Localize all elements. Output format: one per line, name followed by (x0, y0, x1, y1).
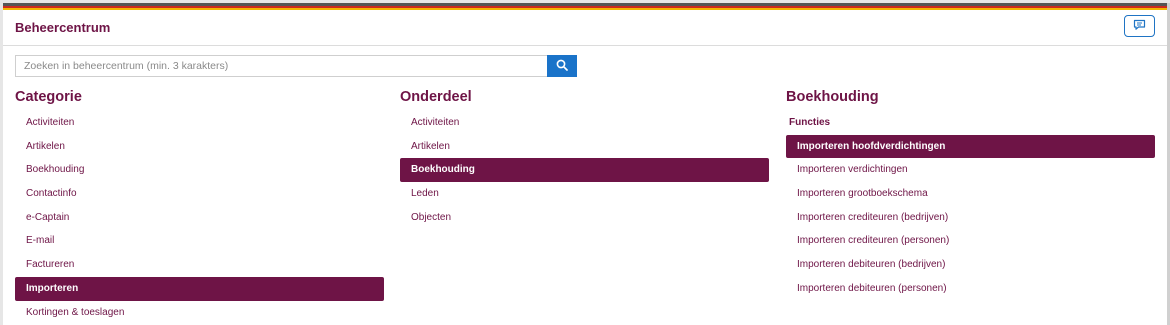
list-item[interactable]: Importeren verdichtingen (786, 158, 1155, 182)
list-item[interactable]: e-Captain (15, 206, 384, 230)
comment-icon (1133, 19, 1146, 34)
search-button[interactable] (547, 55, 577, 77)
admin-panel: Beheercentrum Categorie Activiteit (3, 3, 1167, 325)
flag-bar (3, 3, 1167, 10)
page-header: Beheercentrum (3, 10, 1167, 46)
list-item[interactable]: Artikelen (15, 135, 384, 159)
list-item[interactable]: Factureren (15, 253, 384, 277)
search-bar (15, 55, 577, 77)
list-item[interactable]: Importeren debiteuren (bedrijven) (786, 253, 1155, 277)
list-item-selected[interactable]: Boekhouding (400, 158, 769, 183)
boekhouding-column: Boekhouding Functies Importeren hoofdver… (786, 87, 1155, 301)
column-title: Categorie (15, 89, 82, 105)
list-item-selected[interactable]: Importeren (15, 276, 384, 301)
list-item-selected[interactable]: Importeren hoofdverdichtingen (786, 134, 1155, 159)
list-item[interactable]: Importeren debiteuren (personen) (786, 277, 1155, 301)
column-title: Onderdeel (400, 89, 472, 105)
list-item[interactable]: Contactinfo (15, 182, 384, 206)
list-item[interactable]: Activiteiten (400, 111, 769, 135)
list-item[interactable]: E-mail (15, 229, 384, 253)
list-item[interactable]: Objecten (400, 206, 769, 230)
search-input[interactable] (15, 55, 547, 77)
list-item[interactable]: Activiteiten (15, 111, 384, 135)
list-item[interactable]: Artikelen (400, 135, 769, 159)
list-item[interactable]: Importeren crediteuren (personen) (786, 229, 1155, 253)
list-item[interactable]: Importeren crediteuren (bedrijven) (786, 206, 1155, 230)
list-item[interactable]: Boekhouding (15, 158, 384, 182)
feedback-button[interactable] (1124, 15, 1155, 37)
column-title: Boekhouding (786, 89, 879, 105)
categorie-column: Categorie Activiteiten Artikelen Boekhou… (15, 87, 384, 324)
search-icon (556, 59, 568, 74)
onderdeel-column: Onderdeel Activiteiten Artikelen Boekhou… (400, 87, 769, 229)
list-item[interactable]: Importeren grootboekschema (786, 182, 1155, 206)
list-item[interactable]: Kortingen & toeslagen (15, 301, 384, 325)
functions-heading: Functies (789, 117, 831, 128)
page-title: Beheercentrum (15, 20, 111, 35)
list-item[interactable]: Leden (400, 182, 769, 206)
